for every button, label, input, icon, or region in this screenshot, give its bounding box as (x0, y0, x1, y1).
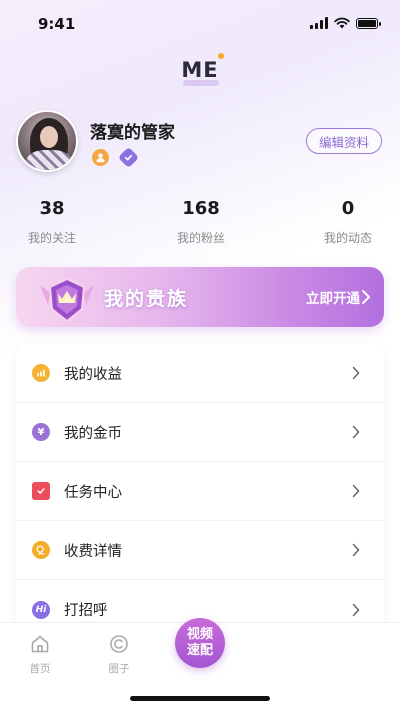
greeting-icon: Hi (32, 600, 50, 619)
stat-value: 168 (182, 198, 220, 219)
page-title: ME (181, 58, 219, 82)
page-title-wrap: ME (0, 58, 400, 82)
chevron-right-icon (362, 290, 370, 304)
vip-banner[interactable]: 我的贵族 立即开通 (16, 267, 384, 327)
home-indicator (130, 696, 270, 701)
task-icon (32, 482, 50, 500)
menu-item-tasks[interactable]: 任务中心 (16, 462, 384, 521)
stat-following[interactable]: 38 我的关注 (2, 198, 102, 246)
stat-label: 我的动态 (323, 231, 372, 245)
chevron-right-icon (352, 484, 360, 498)
verified-badge-icon (117, 146, 140, 169)
stat-label: 我的粉丝 (176, 231, 225, 245)
vip-title: 我的贵族 (104, 288, 189, 310)
tab-label: 圈子 (108, 663, 130, 675)
vip-open-button[interactable]: 立即开通 (306, 287, 360, 307)
menu-card: 我的收益 ¥ 我的金币 任务中心 收费详情 Hi 打招呼 (16, 344, 384, 644)
crown-shield-icon (40, 277, 94, 323)
home-icon (31, 635, 49, 653)
video-match-line1: 视频 (186, 627, 213, 642)
video-match-button[interactable]: 视频 速配 (175, 618, 225, 668)
stat-posts[interactable]: 0 我的动态 (298, 198, 398, 246)
menu-label: 我的金币 (64, 425, 122, 442)
chevron-right-icon (352, 543, 360, 557)
menu-label: 收费详情 (64, 543, 122, 560)
tab-label: 首页 (29, 663, 51, 675)
menu-item-fees[interactable]: 收费详情 (16, 521, 384, 580)
menu-label: 任务中心 (64, 484, 122, 501)
circle-icon (110, 635, 128, 653)
stat-fans[interactable]: 168 我的粉丝 (151, 198, 251, 246)
menu-label: 打招呼 (64, 603, 108, 619)
menu-label: 我的收益 (64, 366, 122, 383)
chevron-right-icon (352, 425, 360, 439)
title-underline (183, 80, 219, 86)
stat-value: 38 (39, 198, 65, 219)
chevron-right-icon (352, 366, 360, 380)
earnings-icon (32, 364, 50, 382)
status-time: 9:41 (38, 15, 76, 33)
menu-item-earnings[interactable]: 我的收益 (16, 344, 384, 403)
user-badge-icon (92, 149, 109, 166)
stat-label: 我的关注 (27, 231, 76, 245)
status-icons (310, 17, 381, 29)
video-match-line2: 速配 (186, 643, 213, 658)
chevron-right-icon (352, 603, 360, 616)
fee-icon (32, 541, 50, 559)
battery-icon (356, 18, 381, 29)
tab-circle[interactable]: 圈子 (94, 633, 144, 676)
title-dot-icon (218, 53, 224, 59)
menu-item-coins[interactable]: ¥ 我的金币 (16, 403, 384, 462)
stat-value: 0 (341, 198, 355, 219)
tab-home[interactable]: 首页 (15, 633, 65, 676)
edit-profile-button[interactable]: 编辑资料 (306, 128, 382, 154)
avatar[interactable] (16, 110, 78, 172)
coin-icon: ¥ (32, 423, 50, 441)
status-bar: 9:41 (0, 0, 400, 48)
nickname: 落寞的管家 (90, 123, 175, 143)
wifi-icon (334, 17, 350, 29)
signal-icon (310, 17, 328, 29)
